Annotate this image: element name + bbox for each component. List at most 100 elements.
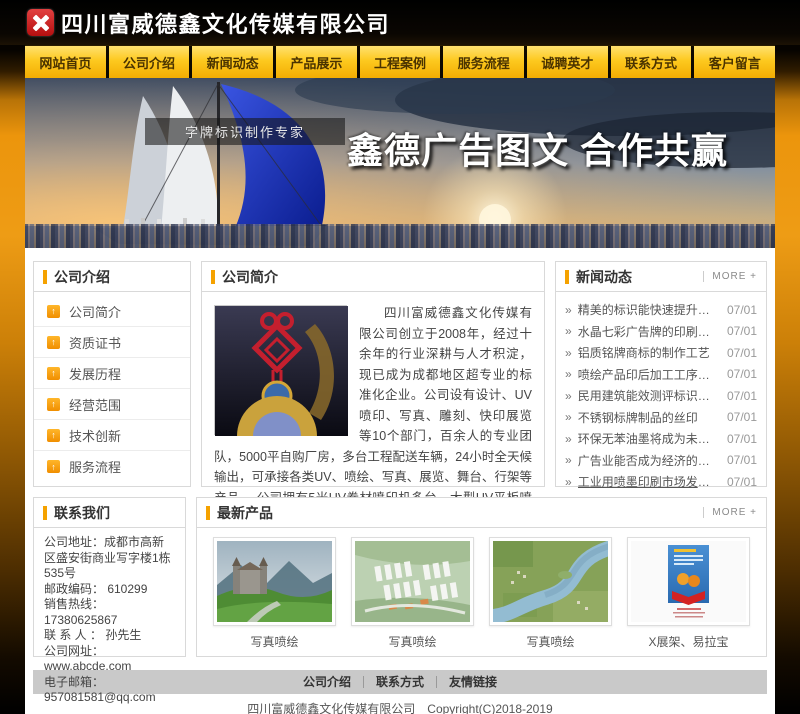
contact-website: 公司网址： www.abcde.com — [44, 644, 175, 675]
top-header: 四川富威德鑫文化传媒有限公司 — [0, 0, 800, 45]
news-item[interactable]: » 工业用喷墨印刷市场发展趋 07/01 — [565, 471, 757, 493]
news-item-date: 07/01 — [727, 346, 757, 360]
sidebar-item-scope[interactable]: ↑ 经营范围 — [34, 389, 190, 420]
sidebar-item-certificates[interactable]: ↑ 资质证书 — [34, 327, 190, 358]
contact-person: 联 系 人 ： 孙先生 — [44, 628, 175, 644]
news-item[interactable]: »精美的标识能快速提升你的07/01 — [565, 299, 757, 321]
sidebar-item-service-flow[interactable]: ↑ 服务流程 — [34, 451, 190, 482]
news-item-date: 07/01 — [727, 367, 757, 381]
chevron-right-icon: » — [565, 303, 572, 317]
arrow-up-icon: ↑ — [47, 367, 60, 380]
product-item-xbanner[interactable]: X展架、易拉宝 — [627, 537, 750, 650]
nav-item-products[interactable]: 产品展示 — [276, 46, 357, 78]
sidebar-item-label: 服务流程 — [69, 457, 121, 476]
sidebar-item-label: 公司简介 — [69, 302, 121, 321]
nav-item-news[interactable]: 新闻动态 — [192, 46, 273, 78]
sidebar-item-label: 经营范围 — [69, 395, 121, 414]
contact-email: 957081581@qq.com — [44, 690, 175, 706]
news-item-date: 07/01 — [727, 432, 757, 446]
nav-item-home[interactable]: 网站首页 — [25, 46, 106, 78]
news-item[interactable]: »水晶七彩广告牌的印刷工艺07/01 — [565, 321, 757, 343]
sidebar-item-innovation[interactable]: ↑ 技术创新 — [34, 420, 190, 451]
company-profile-image[interactable] — [214, 305, 347, 435]
company-intro-title: 公司介绍 — [54, 267, 110, 287]
chevron-right-icon: » — [565, 475, 572, 489]
banner-glitch-strip — [25, 224, 775, 248]
news-more-link[interactable]: MORE + — [703, 271, 757, 282]
content-row-bottom: 联系我们 公司地址：成都市高新区盛安街商业写字楼1栋535号 邮政编码： 610… — [33, 497, 767, 657]
sidebar-item-label: 资质证书 — [69, 333, 121, 352]
company-profile-title: 公司简介 — [222, 267, 278, 287]
products-more-link[interactable]: MORE + — [703, 507, 757, 518]
news-item-date: 07/01 — [727, 475, 757, 489]
company-profile-header: 公司简介 — [202, 262, 544, 292]
nav-item-contact[interactable]: 联系方式 — [611, 46, 692, 78]
nav-item-company-intro[interactable]: 公司介绍 — [109, 46, 190, 78]
contact-box: 联系我们 公司地址：成都市高新区盛安街商业写字楼1栋535号 邮政编码： 610… — [33, 497, 186, 657]
contact-header: 联系我们 — [34, 498, 185, 528]
news-item-title: 喷绘产品印后加工工序注意 — [578, 366, 721, 383]
arrow-up-icon: ↑ — [47, 398, 60, 411]
accent-bar-icon — [43, 506, 47, 520]
news-item-title: 不锈钢标牌制品的丝印 — [578, 409, 721, 426]
sidebar-item-profile[interactable]: ↑ 公司简介 — [34, 296, 190, 327]
product-image-castle — [213, 537, 336, 626]
chevron-right-icon: » — [565, 389, 572, 403]
arrow-up-icon: ↑ — [47, 429, 60, 442]
news-item[interactable]: » 不锈钢标牌制品的丝印 07/01 — [565, 407, 757, 429]
accent-bar-icon — [43, 270, 47, 284]
news-item-date: 07/01 — [727, 389, 757, 403]
company-logo-icon[interactable] — [27, 9, 54, 36]
sidebar-item-label: 发展历程 — [69, 364, 121, 383]
news-item[interactable]: » 民用建筑能效测评标识技术 07/01 — [565, 385, 757, 407]
news-item-title: 民用建筑能效测评标识技术 — [578, 387, 721, 404]
arrow-up-icon: ↑ — [47, 460, 60, 473]
chevron-right-icon: » — [565, 453, 572, 467]
sidebar-item-label: 技术创新 — [69, 426, 121, 445]
contact-address: 公司地址：成都市高新区盛安街商业写字楼1栋535号 — [44, 535, 175, 582]
company-name: 四川富威德鑫文化传媒有限公司 — [61, 7, 390, 39]
news-item-date: 07/01 — [727, 324, 757, 338]
main-content: 公司介绍 ↑ 公司简介 ↑ 资质证书 ↑ 发展历程 ↑ 经营范围 — [25, 248, 775, 714]
main-nav: 网站首页 公司介绍 新闻动态 产品展示 工程案例 服务流程 诚聘英才 联系方式 … — [25, 45, 775, 78]
company-profile-box: 公司简介 — [201, 261, 545, 487]
news-item-title: 水晶七彩广告牌的印刷工艺 — [578, 323, 721, 340]
nav-item-guestbook[interactable]: 客户留言 — [694, 46, 775, 78]
news-item-title: 广告业能否成为经济的明日 — [578, 452, 721, 469]
news-title: 新闻动态 — [576, 267, 632, 287]
news-item[interactable]: »喷绘产品印后加工工序注意07/01 — [565, 364, 757, 386]
accent-bar-icon — [206, 506, 210, 520]
news-item-date: 07/01 — [727, 410, 757, 424]
footer-link-company[interactable]: 公司介绍 — [291, 676, 364, 688]
nav-item-service-flow[interactable]: 服务流程 — [443, 46, 524, 78]
banner-title: 鑫德广告图文 合作共赢 — [347, 122, 772, 174]
footer-link-friends[interactable]: 友情链接 — [437, 676, 509, 688]
hero-banner: 字牌标识制作专家 鑫德广告图文 合作共赢 — [25, 78, 775, 248]
news-item-title: 环保无苯油墨将成为未来印 — [578, 430, 721, 447]
nav-item-cases[interactable]: 工程案例 — [360, 46, 441, 78]
contact-hotline: 销售热线： 17380625867 — [44, 597, 175, 628]
chevron-right-icon: » — [565, 410, 572, 424]
chevron-right-icon: » — [565, 432, 572, 446]
product-item-residential[interactable]: 写真喷绘 — [351, 537, 474, 650]
news-item[interactable]: » 环保无苯油墨将成为未来印 07/01 — [565, 428, 757, 450]
product-item-river[interactable]: 写真喷绘 — [489, 537, 612, 650]
product-caption: 写真喷绘 — [489, 633, 612, 650]
product-item-castle[interactable]: 写真喷绘 — [213, 537, 336, 650]
arrow-up-icon: ↑ — [47, 305, 60, 318]
products-list: 写真喷绘 — [197, 528, 766, 650]
contact-body: 公司地址：成都市高新区盛安街商业写字楼1栋535号 邮政编码： 610299 销… — [34, 528, 185, 713]
nav-item-jobs[interactable]: 诚聘英才 — [527, 46, 608, 78]
arrow-up-icon: ↑ — [47, 336, 60, 349]
accent-bar-icon — [565, 270, 569, 284]
banner-tagline: 字牌标识制作专家 — [145, 118, 345, 145]
news-item[interactable]: »广告业能否成为经济的明日07/01 — [565, 450, 757, 472]
sidebar-item-history[interactable]: ↑ 发展历程 — [34, 358, 190, 389]
products-header: 最新产品 MORE + — [197, 498, 766, 528]
contact-title: 联系我们 — [54, 503, 110, 523]
news-item[interactable]: »铝质铭牌商标的制作工艺07/01 — [565, 342, 757, 364]
news-item-title: 工业用喷墨印刷市场发展趋 — [578, 473, 721, 490]
news-item-title: 铝质铭牌商标的制作工艺 — [578, 344, 721, 361]
product-image-residential — [351, 537, 474, 626]
footer-link-contact[interactable]: 联系方式 — [364, 676, 437, 688]
